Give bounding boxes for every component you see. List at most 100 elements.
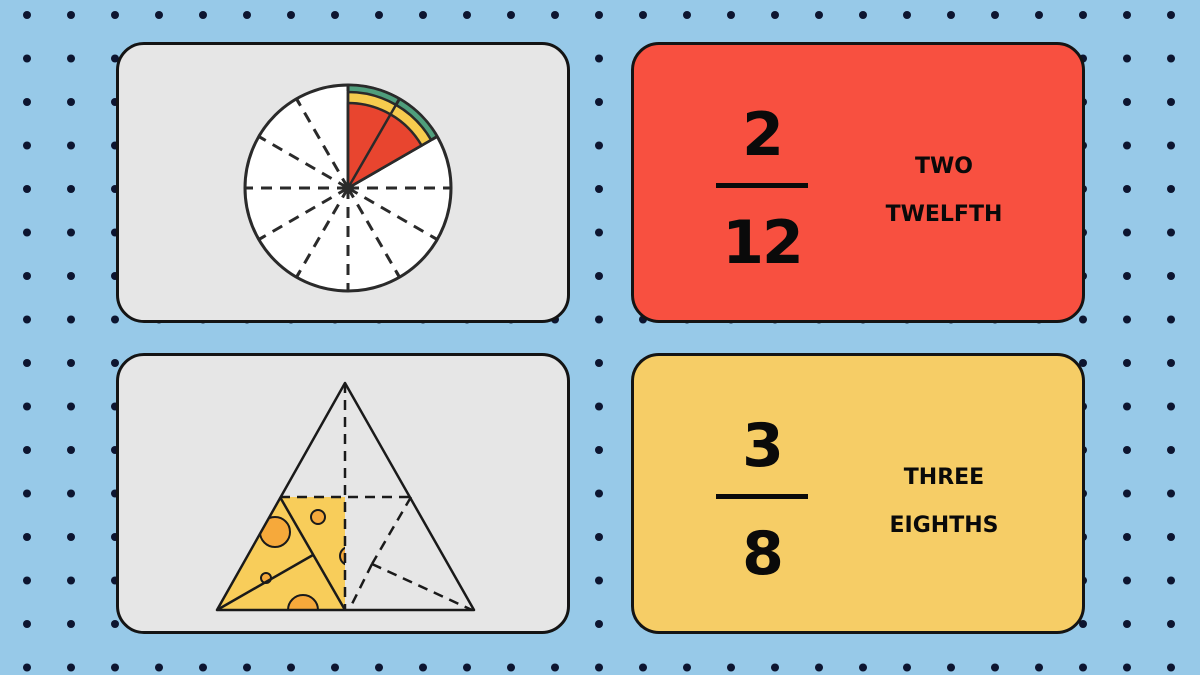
background-dot [199,663,207,672]
background-dot [991,11,999,19]
background-dot [1167,576,1175,585]
background-dot [67,141,75,150]
background-dot [155,663,163,672]
background-dot [639,11,647,19]
background-dot [67,620,75,628]
background-dot [551,663,559,672]
background-dot [1167,185,1175,193]
background-dot [1123,446,1131,454]
background-dot [463,663,471,672]
background-dot [595,663,603,672]
background-dot [1167,620,1175,628]
background-dot [1123,533,1131,541]
background-dot [595,315,603,324]
background-dot [23,359,31,367]
background-dot [1079,663,1087,672]
background-dot [1123,489,1131,498]
background-dot [23,11,31,19]
background-dot [1123,620,1131,628]
background-dot [815,663,823,672]
background-dot [1123,402,1131,411]
background-dot [551,11,559,19]
background-dot [947,663,955,672]
background-dot [419,663,427,672]
background-dot [639,663,647,672]
cheese-hole [259,516,291,548]
background-dot [595,272,603,280]
background-dot [199,11,207,19]
background-dot [1167,533,1175,541]
background-dot [67,315,75,324]
background-dot [287,663,295,672]
background-dot [595,446,603,454]
background-dot [67,576,75,585]
background-dot [463,11,471,19]
background-dot [727,663,735,672]
background-dot [23,489,31,498]
background-dot [595,576,603,585]
fraction-bar [716,183,808,188]
background-dot [67,11,75,19]
denominator: 8 [742,519,784,589]
background-dot [23,54,31,63]
background-dot [1167,98,1175,106]
background-dot [111,359,119,367]
background-dot [1167,141,1175,150]
background-dot [23,446,31,454]
background-dot [287,11,295,19]
background-dot [859,11,867,19]
background-dot [595,533,603,541]
background-dot [23,663,31,672]
background-dot [595,141,603,150]
background-dot [1167,54,1175,63]
background-dot [1123,228,1131,237]
background-dot [67,272,75,280]
background-dot [23,620,31,628]
background-dot [595,620,603,628]
background-dot [683,11,691,19]
background-dot [67,228,75,237]
fraction: 2 12 [712,45,812,320]
background-dot [991,663,999,672]
cheese-hole [310,509,326,525]
background-dot [1167,11,1175,19]
fraction-card-two-twelfths: 2 12 TWO TWELFTH [631,42,1085,323]
background-dot [1123,11,1131,19]
denominator: 12 [722,208,804,278]
background-dot [1167,489,1175,498]
background-dot [23,98,31,106]
background-dot [1167,359,1175,367]
fraction-bar [716,494,808,499]
background-dot [815,11,823,19]
background-dot [243,663,251,672]
background-dot [1167,315,1175,324]
fraction: 3 8 [712,356,812,631]
cheese-shaded-region [216,496,347,612]
background-dot [23,576,31,585]
pizza-pie-illustration [243,83,453,293]
shaded-area [217,497,345,610]
background-dot [243,11,251,19]
background-dot [23,315,31,324]
background-dot [595,228,603,237]
background-dot [595,402,603,411]
background-dot [419,11,427,19]
background-dot [67,533,75,541]
background-dot [111,11,119,19]
background-dot [67,663,75,672]
background-dot [1167,402,1175,411]
background-dot [1167,228,1175,237]
numerator: 3 [742,411,784,481]
background-dot [903,11,911,19]
background-dot [1167,272,1175,280]
background-dot [1123,54,1131,63]
background-dot [507,11,515,19]
background-dot [23,228,31,237]
fraction-words: TWO TWELFTH [834,143,1054,239]
background-dot [1123,359,1131,367]
background-dot [1123,141,1131,150]
background-dot [1123,576,1131,585]
background-dot [23,533,31,541]
background-dot [903,663,911,672]
background-dot [595,11,603,19]
